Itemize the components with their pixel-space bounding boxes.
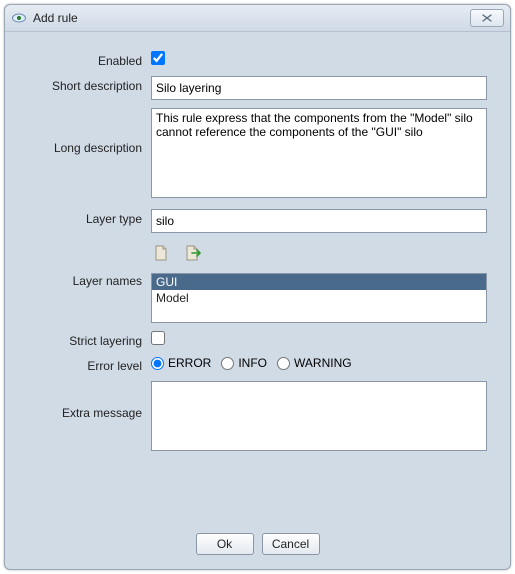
error-level-label: Error level xyxy=(87,359,142,373)
error-level-radio-info[interactable] xyxy=(221,357,234,370)
list-item[interactable]: Model xyxy=(152,290,486,306)
export-layer-icon[interactable] xyxy=(182,243,204,263)
enabled-label: Enabled xyxy=(98,54,142,68)
error-level-radio-error[interactable] xyxy=(151,357,164,370)
extra-message-label: Extra message xyxy=(62,406,142,420)
add-layer-icon[interactable] xyxy=(151,243,173,263)
close-button[interactable] xyxy=(470,9,504,27)
extra-message-input[interactable] xyxy=(151,381,487,451)
strict-layering-label: Strict layering xyxy=(69,334,142,348)
ok-button[interactable]: Ok xyxy=(196,533,254,555)
cancel-button[interactable]: Cancel xyxy=(262,533,320,555)
error-level-option-warning[interactable]: WARNING xyxy=(277,356,352,370)
layer-names-label: Layer names xyxy=(73,274,142,288)
layer-type-input[interactable] xyxy=(151,209,487,233)
layer-names-list[interactable]: GUI Model xyxy=(151,273,487,323)
enabled-checkbox[interactable] xyxy=(151,51,165,65)
short-description-label: Short description xyxy=(52,79,142,93)
long-description-input[interactable] xyxy=(151,108,487,198)
form-grid: Enabled Short description Long descripti… xyxy=(21,44,494,461)
dialog-button-row: Ok Cancel xyxy=(21,523,494,559)
error-level-option-info[interactable]: INFO xyxy=(221,356,267,370)
error-level-radio-warning[interactable] xyxy=(277,357,290,370)
dialog-body: Enabled Short description Long descripti… xyxy=(5,32,510,569)
strict-layering-checkbox[interactable] xyxy=(151,331,165,345)
list-item[interactable]: GUI xyxy=(152,274,486,290)
error-level-option-error[interactable]: ERROR xyxy=(151,356,211,370)
window-title: Add rule xyxy=(33,11,470,25)
long-description-label: Long description xyxy=(54,141,142,155)
layer-type-label: Layer type xyxy=(86,212,142,226)
app-icon xyxy=(11,10,27,26)
dialog-window: Add rule Enabled Short description xyxy=(4,4,511,570)
title-bar: Add rule xyxy=(5,5,510,32)
short-description-input[interactable] xyxy=(151,76,487,100)
